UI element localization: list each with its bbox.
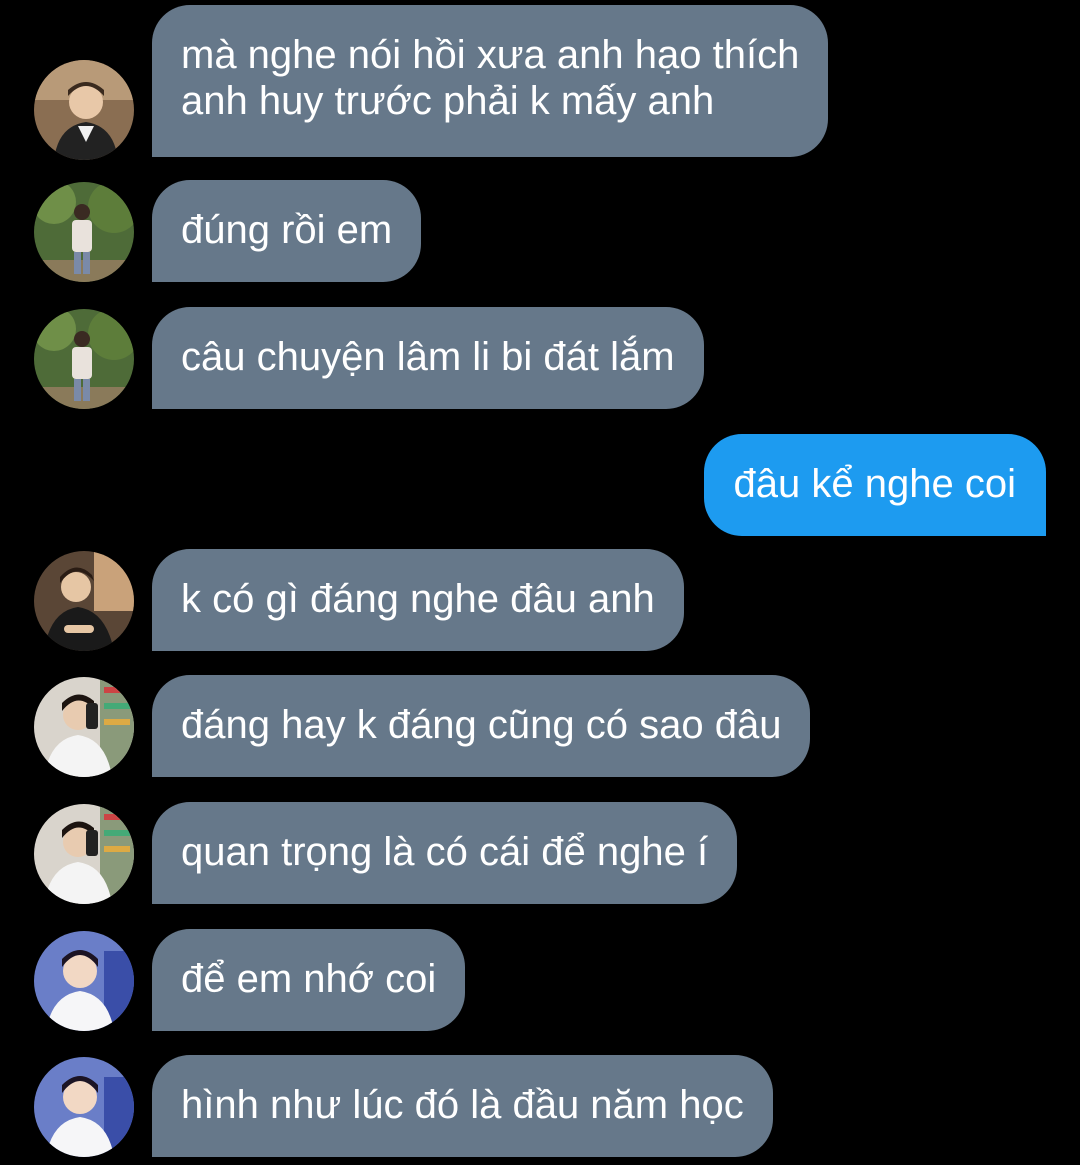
- message-text: hình như lúc đó là đầu năm học: [181, 1083, 744, 1127]
- message-text: đúng rồi em: [181, 208, 393, 252]
- message-text: để em nhớ coi: [181, 957, 437, 1001]
- avatar[interactable]: [34, 931, 134, 1031]
- avatar[interactable]: [34, 804, 134, 904]
- message-bubble[interactable]: đáng hay k đáng cũng có sao đâu: [152, 675, 811, 777]
- message-text: đáng hay k đáng cũng có sao đâu: [181, 703, 782, 747]
- message-row: hình như lúc đó là đầu năm học: [0, 1055, 1080, 1157]
- message-text: k có gì đáng nghe đâu anh: [181, 577, 655, 621]
- message-row: câu chuyện lâm li bi đát lắm: [0, 307, 1080, 409]
- message-text: quan trọng là có cái để nghe í: [181, 830, 709, 874]
- avatar[interactable]: [34, 1057, 134, 1157]
- message-bubble[interactable]: k có gì đáng nghe đâu anh: [152, 549, 684, 651]
- message-bubble[interactable]: đúng rồi em: [152, 180, 422, 282]
- avatar[interactable]: [34, 551, 134, 651]
- message-bubble[interactable]: đâu kể nghe coi: [703, 434, 1046, 536]
- message-row: để em nhớ coi: [0, 929, 1080, 1031]
- avatar-icon: [34, 182, 134, 282]
- avatar-icon: [34, 804, 134, 904]
- message-text: anh huy trước phải k mấy anh: [181, 79, 715, 123]
- avatar-icon: [34, 1057, 134, 1157]
- avatar-icon: [34, 60, 134, 160]
- avatar-icon: [34, 677, 134, 777]
- message-bubble[interactable]: quan trọng là có cái để nghe í: [152, 802, 738, 904]
- message-bubble[interactable]: mà nghe nói hồi xưa anh hạo thích anh hu…: [152, 5, 829, 157]
- message-row: k có gì đáng nghe đâu anh: [0, 549, 1080, 651]
- avatar[interactable]: [34, 182, 134, 282]
- message-row: đúng rồi em: [0, 180, 1080, 282]
- message-bubble[interactable]: hình như lúc đó là đầu năm học: [152, 1055, 773, 1157]
- message-row: đáng hay k đáng cũng có sao đâu: [0, 675, 1080, 777]
- avatar[interactable]: [34, 677, 134, 777]
- message-row: mà nghe nói hồi xưa anh hạo thích anh hu…: [0, 5, 1080, 160]
- avatar[interactable]: [34, 60, 134, 160]
- message-bubble[interactable]: câu chuyện lâm li bi đát lắm: [152, 307, 704, 409]
- message-bubble[interactable]: để em nhớ coi: [152, 929, 466, 1031]
- message-text: đâu kể nghe coi: [733, 462, 1016, 506]
- avatar[interactable]: [34, 309, 134, 409]
- message-row: đâu kể nghe coi: [0, 434, 1080, 536]
- message-row: quan trọng là có cái để nghe í: [0, 802, 1080, 904]
- avatar-icon: [34, 931, 134, 1031]
- avatar-icon: [34, 551, 134, 651]
- message-text: mà nghe nói hồi xưa anh hạo thích: [181, 33, 800, 77]
- avatar-icon: [34, 309, 134, 409]
- message-text: câu chuyện lâm li bi đát lắm: [181, 335, 675, 379]
- chat-thread: mà nghe nói hồi xưa anh hạo thích anh hu…: [0, 0, 1080, 1165]
